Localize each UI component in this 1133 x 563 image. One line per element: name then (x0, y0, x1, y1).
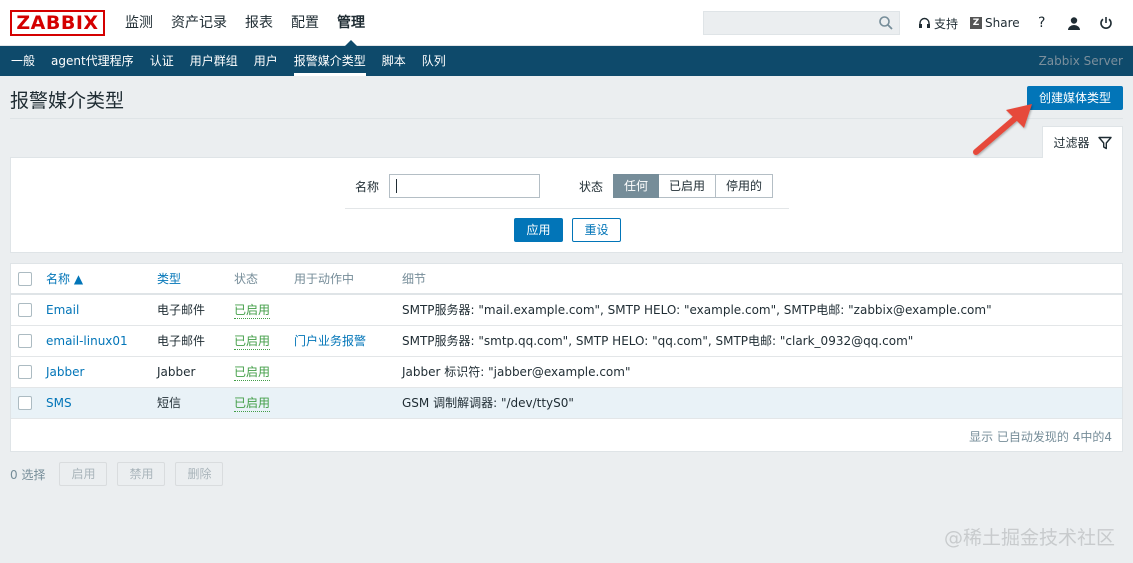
select-all-checkbox[interactable] (18, 272, 32, 286)
main-nav-reports[interactable]: 报表 (236, 0, 282, 46)
top-bar: ZABBIX 监测 资产记录 报表 配置 管理 支持 Z Share ? (0, 0, 1133, 46)
create-media-type-button[interactable]: 创建媒体类型 (1027, 86, 1123, 110)
media-type-name-link[interactable]: email-linux01 (46, 326, 128, 356)
status-toggle[interactable]: 已启用 (234, 333, 271, 350)
column-header-status: 状态 (234, 272, 259, 286)
filter-divider (345, 208, 789, 209)
server-name: Zabbix Server (1038, 54, 1123, 68)
apply-button[interactable]: 应用 (514, 218, 563, 242)
share-label: Share (985, 16, 1020, 30)
column-header-type[interactable]: 类型 (157, 264, 181, 294)
table-row: Email 电子邮件 已启用 SMTP服务器: "mail.example.co… (11, 295, 1122, 326)
mass-action-bar: 0 选择 启用 禁用 删除 (10, 462, 233, 486)
filter-panel: 名称 状态 任何 已启用 停用的 应用 重设 (10, 157, 1123, 253)
zabbix-logo[interactable]: ZABBIX (10, 10, 105, 36)
main-nav-administration[interactable]: 管理 (328, 0, 374, 46)
media-type-type: 短信 (157, 396, 182, 410)
user-icon (1067, 17, 1080, 30)
zabbix-share-icon: Z (970, 17, 983, 29)
sub-nav-users[interactable]: 用户 (246, 46, 286, 76)
watermark: @稀土掘金技术社区 (943, 527, 1115, 549)
support-label: 支持 (934, 16, 959, 31)
reset-button[interactable]: 重设 (572, 218, 621, 242)
media-type-type: 电子邮件 (157, 303, 206, 317)
help-icon: ? (1037, 15, 1046, 31)
sub-nav-queue[interactable]: 队列 (414, 46, 454, 76)
media-type-name-link[interactable]: Jabber (46, 357, 84, 387)
power-icon (1099, 17, 1112, 29)
sub-nav-authentication[interactable]: 认证 (142, 46, 182, 76)
text-caret (396, 179, 397, 193)
media-type-name-link[interactable]: Email (46, 295, 79, 325)
table-header-row: 名称 ▲ 类型 状态 用于动作中 细节 (11, 264, 1122, 295)
sub-nav-general[interactable]: 一般 (3, 46, 43, 76)
media-type-name-link[interactable]: SMS (46, 388, 72, 418)
selected-count: 0 选择 (10, 467, 46, 482)
mass-delete-button[interactable]: 删除 (175, 462, 224, 486)
row-checkbox[interactable] (18, 396, 32, 410)
status-option-any[interactable]: 任何 (613, 174, 660, 198)
media-type-details: SMTP服务器: "smtp.qq.com", SMTP HELO: "qq.c… (402, 334, 914, 348)
share-link[interactable]: Z Share (964, 0, 1026, 46)
media-type-details: SMTP服务器: "mail.example.com", SMTP HELO: … (402, 303, 992, 317)
status-toggle[interactable]: 已启用 (234, 302, 271, 319)
table-summary: 显示 已自动发现的 4中的4 (969, 430, 1112, 444)
main-nav-monitoring[interactable]: 监测 (116, 0, 162, 46)
sub-nav-scripts[interactable]: 脚本 (374, 46, 414, 76)
filter-name-input[interactable] (389, 174, 540, 198)
filter-tab-label: 过滤器 (1053, 136, 1090, 150)
filter-icon (1097, 136, 1112, 149)
headset-icon (919, 17, 930, 28)
support-link[interactable]: 支持 (912, 0, 964, 46)
status-toggle[interactable]: 已启用 (234, 395, 271, 412)
media-types-table: 名称 ▲ 类型 状态 用于动作中 细节 Email 电子邮件 已启用 SMTP服… (10, 263, 1123, 452)
status-option-enabled[interactable]: 已启用 (659, 174, 717, 198)
media-type-type: 电子邮件 (157, 334, 206, 348)
header-divider (10, 118, 1123, 119)
mass-enable-button[interactable]: 启用 (59, 462, 108, 486)
media-type-details: Jabber 标识符: "jabber@example.com" (402, 365, 631, 379)
main-nav-configuration[interactable]: 配置 (282, 0, 328, 46)
main-nav-inventory[interactable]: 资产记录 (162, 0, 236, 46)
media-type-type: Jabber (157, 365, 196, 379)
sub-nav-user-groups[interactable]: 用户群组 (182, 46, 246, 76)
sub-nav: 一般 agent代理程序 认证 用户群组 用户 报警媒介类型 脚本 队列 Zab… (0, 46, 1133, 76)
status-toggle[interactable]: 已启用 (234, 364, 271, 381)
row-checkbox[interactable] (18, 334, 32, 348)
search-icon[interactable] (878, 15, 894, 31)
user-profile-button[interactable] (1058, 0, 1090, 46)
row-checkbox[interactable] (18, 365, 32, 379)
mass-disable-button[interactable]: 禁用 (117, 462, 166, 486)
help-button[interactable]: ? (1026, 0, 1058, 46)
column-header-used-in: 用于动作中 (294, 272, 355, 286)
status-option-disabled[interactable]: 停用的 (716, 174, 774, 198)
filter-name-label: 名称 (355, 180, 380, 194)
sign-out-button[interactable] (1090, 0, 1122, 46)
filter-tab[interactable]: 过滤器 (1042, 126, 1123, 158)
sub-nav-proxies[interactable]: agent代理程序 (43, 46, 142, 76)
page-title: 报警媒介类型 (10, 90, 125, 112)
sub-nav-media-types[interactable]: 报警媒介类型 (286, 46, 374, 76)
filter-status-segmented: 任何 已启用 停用的 (613, 174, 774, 198)
filter-status-label: 状态 (579, 180, 604, 194)
header-tools: 支持 Z Share ? (912, 0, 1122, 46)
media-type-details: GSM 调制解调器: "/dev/ttyS0" (402, 396, 574, 410)
table-row: email-linux01 电子邮件 已启用 门户业务报警 SMTP服务器: "… (11, 326, 1122, 357)
column-header-name[interactable]: 名称 ▲ (46, 264, 83, 294)
column-header-details: 细节 (402, 272, 427, 286)
search-input[interactable] (703, 11, 900, 35)
table-row: SMS 短信 已启用 GSM 调制解调器: "/dev/ttyS0" (11, 388, 1122, 419)
main-nav: 监测 资产记录 报表 配置 管理 (116, 0, 374, 46)
row-checkbox[interactable] (18, 303, 32, 317)
table-row: Jabber Jabber 已启用 Jabber 标识符: "jabber@ex… (11, 357, 1122, 388)
used-in-action-link[interactable]: 门户业务报警 (294, 326, 366, 356)
